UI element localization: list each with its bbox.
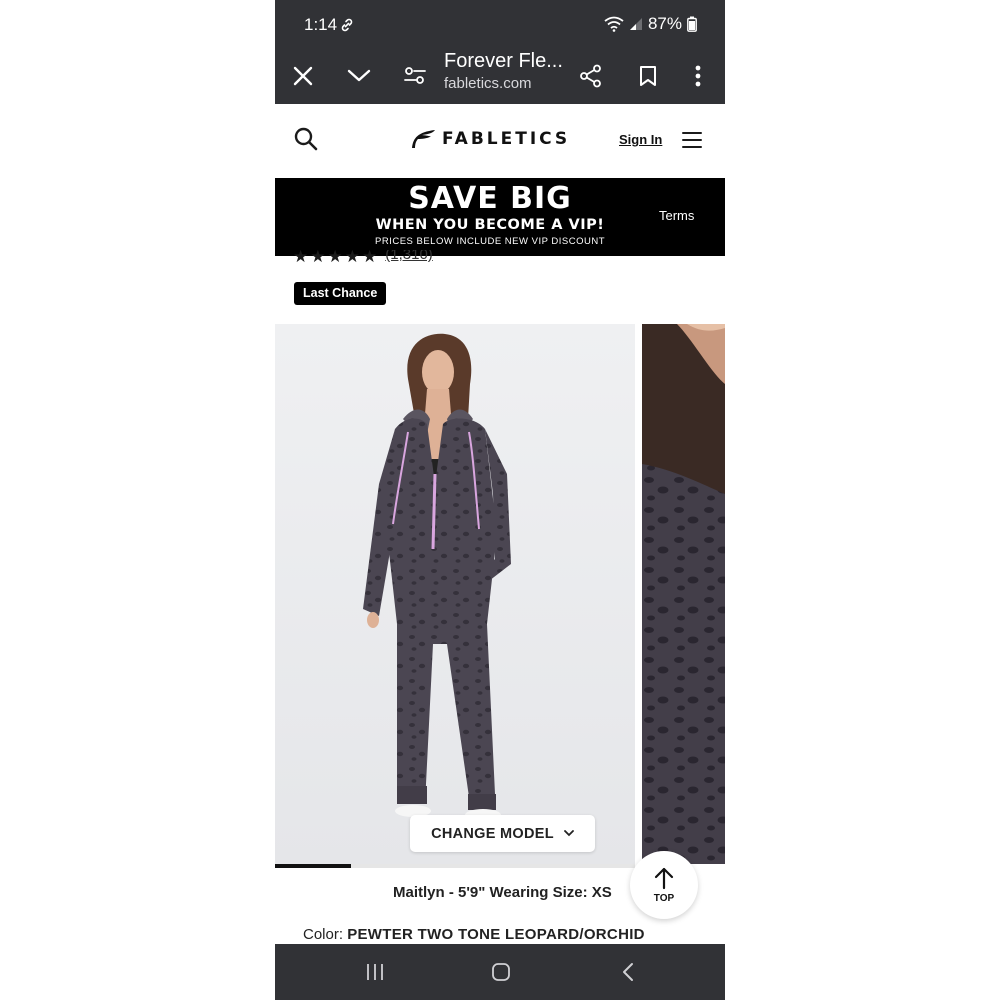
model-photo bbox=[363, 333, 511, 821]
hamburger-menu-icon bbox=[682, 132, 702, 148]
share-icon bbox=[580, 64, 601, 88]
browser-toolbar: Forever Fle... fabletics.com bbox=[275, 50, 725, 104]
site-header: FABLETICS Sign In bbox=[275, 104, 725, 178]
url-area[interactable]: Forever Fle... fabletics.com bbox=[275, 50, 565, 104]
star-icon: ★ bbox=[293, 250, 309, 264]
wifi-icon bbox=[604, 16, 624, 32]
sign-in-link[interactable]: Sign In bbox=[619, 132, 662, 147]
phone-screen: 1:14 87% Forever Fle... fabletics.com FA… bbox=[275, 0, 725, 1000]
star-icon: ★ bbox=[327, 250, 343, 264]
bookmark-icon bbox=[640, 66, 656, 86]
color-label: Color: bbox=[303, 926, 344, 943]
last-chance-badge: Last Chance bbox=[294, 282, 387, 305]
promo-note: PRICES BELOW INCLUDE NEW VIP DISCOUNT bbox=[375, 236, 605, 247]
chevron-down-icon bbox=[564, 830, 574, 837]
star-icon: ★ bbox=[344, 250, 360, 264]
promo-subheadline: WHEN YOU BECOME A VIP! bbox=[375, 217, 605, 233]
battery-percent: 87% bbox=[647, 14, 682, 33]
fabletics-logo[interactable]: FABLETICS bbox=[410, 129, 570, 149]
vip-promo-banner[interactable]: SAVE BIG WHEN YOU BECOME A VIP! PRICES B… bbox=[275, 178, 725, 256]
home-icon bbox=[492, 963, 510, 981]
system-nav-bar bbox=[275, 944, 725, 1000]
search-icon bbox=[294, 127, 318, 151]
change-model-label: CHANGE MODEL bbox=[431, 825, 554, 842]
closeup-photo bbox=[642, 324, 725, 864]
home-button[interactable] bbox=[481, 954, 521, 990]
change-model-button[interactable]: CHANGE MODEL bbox=[410, 815, 595, 852]
bookmark-button[interactable] bbox=[630, 58, 666, 94]
search-button[interactable] bbox=[293, 126, 321, 154]
back-to-top-label: TOP bbox=[653, 893, 675, 904]
menu-button[interactable] bbox=[682, 131, 702, 151]
status-bar: 1:14 87% bbox=[275, 0, 725, 50]
status-indicators: 87% bbox=[604, 14, 697, 34]
color-selection: Color: PEWTER TWO TONE LEOPARD/ORCHID bbox=[303, 926, 645, 943]
product-image-main[interactable] bbox=[275, 324, 635, 864]
link-icon bbox=[341, 18, 353, 32]
page-title: Forever Fle... bbox=[444, 50, 563, 72]
status-time: 1:14 bbox=[304, 15, 338, 34]
recent-apps-button[interactable] bbox=[355, 954, 395, 990]
gallery-progress bbox=[275, 864, 635, 868]
terms-link[interactable]: Terms bbox=[659, 208, 694, 223]
battery-icon bbox=[687, 16, 697, 32]
page-domain: fabletics.com bbox=[444, 75, 532, 92]
model-info: Maitlyn - 5'9" Wearing Size: XS bbox=[393, 884, 612, 901]
back-to-top-button[interactable]: TOP bbox=[630, 851, 698, 919]
product-image-next[interactable] bbox=[642, 324, 725, 864]
star-icon: ★ bbox=[310, 250, 326, 264]
more-vert-icon bbox=[695, 65, 701, 87]
gallery-progress-fill bbox=[275, 864, 351, 868]
arrow-up-icon bbox=[654, 867, 674, 890]
share-button[interactable] bbox=[573, 58, 609, 94]
logo-mark-icon bbox=[412, 130, 435, 148]
review-count[interactable]: (1,310) bbox=[385, 250, 433, 262]
recent-apps-icon bbox=[367, 964, 383, 980]
promo-headline: SAVE BIG bbox=[408, 181, 572, 216]
signal-icon bbox=[629, 18, 642, 30]
back-button[interactable] bbox=[608, 954, 648, 990]
logo-text: FABLETICS bbox=[442, 129, 571, 149]
star-icon: ★ bbox=[362, 250, 378, 264]
color-value: PEWTER TWO TONE LEOPARD/ORCHID bbox=[347, 926, 645, 943]
product-rating[interactable]: ★ ★ ★ ★ ★ (1,310) bbox=[293, 250, 433, 264]
back-icon bbox=[623, 963, 633, 981]
more-options-button[interactable] bbox=[680, 58, 716, 94]
